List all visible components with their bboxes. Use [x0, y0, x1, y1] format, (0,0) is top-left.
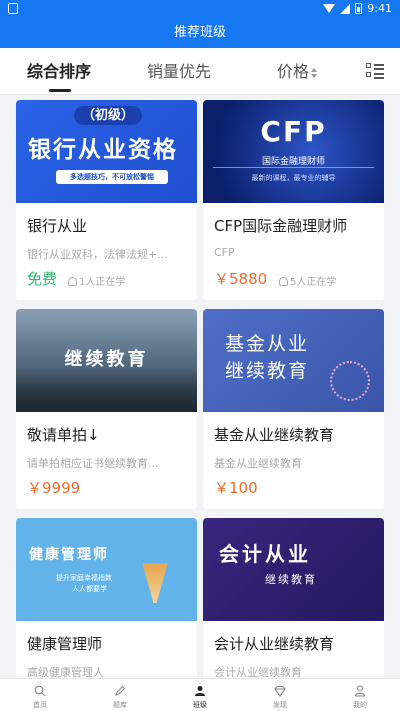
- course-desc: 高级健康管理人: [27, 666, 104, 678]
- banner-text: 继续教育: [265, 573, 317, 586]
- course-card[interactable]: CFP 国际金融理财师 最新的课程，最专业的辅导 CFP国际金融理财师 CFP …: [203, 100, 384, 300]
- discover-icon: [274, 685, 286, 697]
- banner-text: 国际金融理财师: [261, 157, 325, 167]
- sort-price[interactable]: 价格: [277, 48, 318, 95]
- course-grid: （初级） 银行从业资格 多选题技巧，不可放松警惕 银行从业 银行从业双科，法律法…: [16, 100, 384, 678]
- bouquet-image: [142, 563, 168, 603]
- banner-text: 多选题技巧，不可放松警惕: [56, 170, 168, 184]
- course-card[interactable]: （初级） 银行从业资格 多选题技巧，不可放松警惕 银行从业 银行从业双科，法律法…: [16, 100, 197, 300]
- course-desc: 银行从业双科，法律法规+...: [27, 248, 168, 261]
- list-view-icon[interactable]: [366, 62, 384, 80]
- banner-text: CFP: [260, 115, 327, 148]
- learner-count: 5人正在学: [279, 273, 336, 288]
- pencil-icon: [115, 685, 126, 696]
- banner-text: 人人都要学: [72, 585, 107, 593]
- learner-text: 5人正在学: [290, 277, 337, 288]
- course-banner: 会计从业 继续教育: [203, 518, 384, 621]
- banner-text: 基金从业: [225, 333, 310, 355]
- sort-label: 价格: [277, 62, 310, 81]
- signal-icon: [340, 3, 351, 14]
- banner-text: 会计从业: [219, 542, 311, 566]
- tab-home[interactable]: 首页: [0, 679, 80, 711]
- course-banner: 健康管理师 提升家庭幸福指数 人人都要学: [16, 518, 197, 621]
- course-desc: 会计从业继续教育: [214, 666, 302, 678]
- banner-text: 最新的课程，最专业的辅导: [251, 174, 336, 182]
- sort-label: 综合排序: [27, 62, 92, 81]
- flower-decoration: [330, 361, 370, 401]
- sort-arrows-icon: [311, 67, 318, 78]
- banner-text: 提升家庭幸福指数: [56, 574, 112, 582]
- status-time: 9:41: [367, 2, 392, 15]
- sort-bar: 综合排序 销量优先 价格: [0, 48, 400, 95]
- course-banner: 基金从业 继续教育: [203, 309, 384, 412]
- sort-comprehensive[interactable]: 综合排序: [27, 48, 91, 95]
- sort-sales[interactable]: 销量优先: [147, 48, 211, 95]
- status-bar: 9:41: [0, 0, 400, 18]
- course-banner: CFP 国际金融理财师 最新的课程，最专业的辅导: [203, 100, 384, 203]
- course-card[interactable]: 基金从业 继续教育 基金从业继续教育 基金从业继续教育 ￥100: [203, 309, 384, 509]
- course-desc: 基金从业继续教育: [214, 457, 302, 470]
- banner-text: 健康管理师: [29, 547, 109, 563]
- person-icon: [279, 277, 288, 286]
- course-price: ￥9999: [27, 479, 81, 497]
- course-desc: 请单拍相应证书继续教育...: [27, 457, 159, 470]
- page-title: 推荐班级: [0, 18, 400, 48]
- tab-label: 发现: [273, 701, 287, 709]
- course-card[interactable]: 会计从业 继续教育 会计从业继续教育 会计从业继续教育: [203, 518, 384, 678]
- bottom-tab-bar: 首页 题库 班级 发现 我的: [0, 678, 400, 711]
- banner-text: 银行从业资格: [28, 137, 178, 163]
- tab-class[interactable]: 班级: [160, 679, 240, 711]
- banner-divider: [213, 167, 374, 168]
- course-title: 银行从业: [27, 217, 88, 235]
- course-card[interactable]: 健康管理师 提升家庭幸福指数 人人都要学 健康管理师 高级健康管理人: [16, 518, 197, 678]
- learner-count: 1人正在学: [68, 273, 125, 288]
- course-title: 敬请单拍↓: [27, 426, 100, 444]
- person-icon: [68, 277, 77, 286]
- tab-label: 我的: [353, 701, 367, 709]
- course-price: ￥100: [214, 479, 258, 497]
- status-bar-right: 9:41: [323, 2, 392, 15]
- course-banner: 继续教育: [16, 309, 197, 412]
- sort-label: 销量优先: [147, 62, 212, 81]
- course-title: CFP国际金融理财师: [214, 217, 348, 235]
- learner-text: 1人正在学: [79, 277, 126, 288]
- tab-mine[interactable]: 我的: [320, 679, 400, 711]
- banner-text: 继续教育: [64, 349, 149, 370]
- tab-label: 首页: [33, 701, 47, 709]
- course-banner: （初级） 银行从业资格 多选题技巧，不可放松警惕: [16, 100, 197, 203]
- banner-text: （初级）: [74, 106, 142, 125]
- tab-discover[interactable]: 发现: [240, 679, 320, 711]
- tab-question-bank[interactable]: 题库: [80, 679, 160, 711]
- course-title: 会计从业继续教育: [214, 635, 335, 653]
- course-price: ￥5880: [214, 270, 268, 288]
- mountain-image: [16, 367, 197, 412]
- search-icon: [34, 685, 46, 697]
- course-price: 免费: [27, 270, 58, 288]
- active-sort-indicator: [49, 89, 71, 92]
- wifi-icon: [323, 4, 336, 13]
- tab-label: 题库: [113, 701, 127, 709]
- banner-text: 继续教育: [225, 360, 310, 382]
- notification-icon: [8, 3, 18, 14]
- tab-label: 班级: [193, 701, 207, 709]
- course-title: 基金从业继续教育: [214, 426, 335, 444]
- course-title: 健康管理师: [27, 635, 103, 653]
- course-card[interactable]: 继续教育 敬请单拍↓ 请单拍相应证书继续教育... ￥9999: [16, 309, 197, 509]
- class-icon: [195, 686, 205, 696]
- user-icon: [354, 685, 366, 697]
- battery-icon: [355, 3, 363, 14]
- course-desc: CFP: [214, 246, 235, 259]
